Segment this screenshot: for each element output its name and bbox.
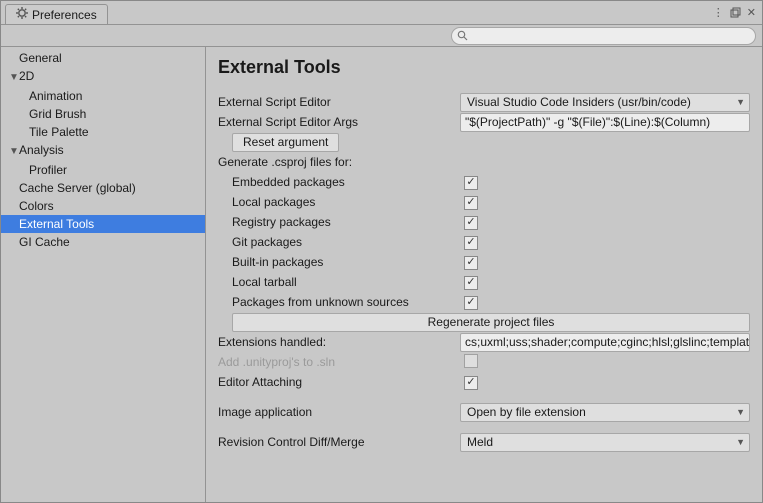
checkbox-embedded-packages[interactable] [464, 176, 478, 190]
extensions-handled-field[interactable]: cs;uxml;uss;shader;compute;cginc;hlsl;gl… [460, 333, 750, 352]
external-script-editor-args-field[interactable]: "$(ProjectPath)" -g "$(File)":$(Line):$(… [460, 113, 750, 132]
sidebar-item-gi-cache[interactable]: GI Cache [1, 233, 205, 251]
sidebar-item-animation[interactable]: Animation [1, 87, 205, 105]
label-cb-local: Local packages [218, 195, 464, 209]
label-image-application: Image application [218, 405, 460, 419]
label-cb-embedded: Embedded packages [218, 175, 464, 189]
checkbox-registry-packages[interactable] [464, 216, 478, 230]
close-icon[interactable]: ✕ [747, 6, 756, 19]
revision-control-dropdown[interactable]: Meld▼ [460, 433, 750, 452]
sidebar-item-2d[interactable]: ▼2D [1, 67, 205, 87]
chevron-down-icon: ▼ [736, 437, 745, 447]
caret-down-icon: ▼ [9, 70, 19, 86]
checkbox-git-packages[interactable] [464, 236, 478, 250]
checkbox-unknown-sources[interactable] [464, 296, 478, 310]
titlebar: Preferences ⋮ ✕ [1, 1, 762, 25]
chevron-down-icon: ▼ [736, 97, 745, 107]
caret-down-icon: ▼ [9, 144, 19, 160]
label-cb-unknown: Packages from unknown sources [218, 295, 464, 309]
popout-icon[interactable] [730, 7, 741, 18]
sidebar-item-external-tools[interactable]: External Tools [1, 215, 205, 233]
reset-argument-button[interactable]: Reset argument [232, 133, 339, 152]
sidebar-item-cache-server[interactable]: Cache Server (global) [1, 179, 205, 197]
checkbox-built-in-packages[interactable] [464, 256, 478, 270]
external-script-editor-dropdown[interactable]: Visual Studio Code Insiders (usr/bin/cod… [460, 93, 750, 112]
checkbox-add-sln [464, 354, 478, 368]
sidebar-item-colors[interactable]: Colors [1, 197, 205, 215]
sidebar-item-profiler[interactable]: Profiler [1, 161, 205, 179]
label-external-script-editor: External Script Editor [218, 95, 460, 109]
regenerate-project-files-button[interactable]: Regenerate project files [232, 313, 750, 332]
tab-label: Preferences [32, 8, 97, 22]
image-application-dropdown[interactable]: Open by file extension▼ [460, 403, 750, 422]
search-input[interactable] [451, 27, 756, 45]
checkbox-local-tarball[interactable] [464, 276, 478, 290]
search-icon [457, 30, 468, 44]
content: External Tools External Script Editor Vi… [206, 47, 762, 502]
sidebar: General ▼2D Animation Grid Brush Tile Pa… [1, 47, 206, 502]
main: General ▼2D Animation Grid Brush Tile Pa… [1, 47, 762, 502]
label-cb-git: Git packages [218, 235, 464, 249]
label-add-sln: Add .unityproj's to .sln [218, 355, 464, 369]
searchbar-row [1, 25, 762, 47]
label-extensions-handled: Extensions handled: [218, 335, 460, 349]
label-generate-csproj: Generate .csproj files for: [218, 155, 464, 169]
window-controls: ⋮ ✕ [713, 6, 762, 19]
gear-icon [16, 7, 28, 22]
checkbox-editor-attaching[interactable] [464, 376, 478, 390]
label-cb-builtin: Built-in packages [218, 255, 464, 269]
sidebar-item-general[interactable]: General [1, 49, 205, 67]
label-editor-attaching: Editor Attaching [218, 375, 464, 389]
sidebar-item-tile-palette[interactable]: Tile Palette [1, 123, 205, 141]
sidebar-item-grid-brush[interactable]: Grid Brush [1, 105, 205, 123]
prefs-tab[interactable]: Preferences [5, 4, 108, 24]
checkbox-local-packages[interactable] [464, 196, 478, 210]
label-external-script-editor-args: External Script Editor Args [218, 115, 460, 129]
label-cb-registry: Registry packages [218, 215, 464, 229]
menu-icon[interactable]: ⋮ [713, 6, 724, 19]
page-title: External Tools [218, 57, 750, 78]
chevron-down-icon: ▼ [736, 407, 745, 417]
label-revision-control: Revision Control Diff/Merge [218, 435, 460, 449]
label-cb-tarball: Local tarball [218, 275, 464, 289]
sidebar-item-analysis[interactable]: ▼Analysis [1, 141, 205, 161]
